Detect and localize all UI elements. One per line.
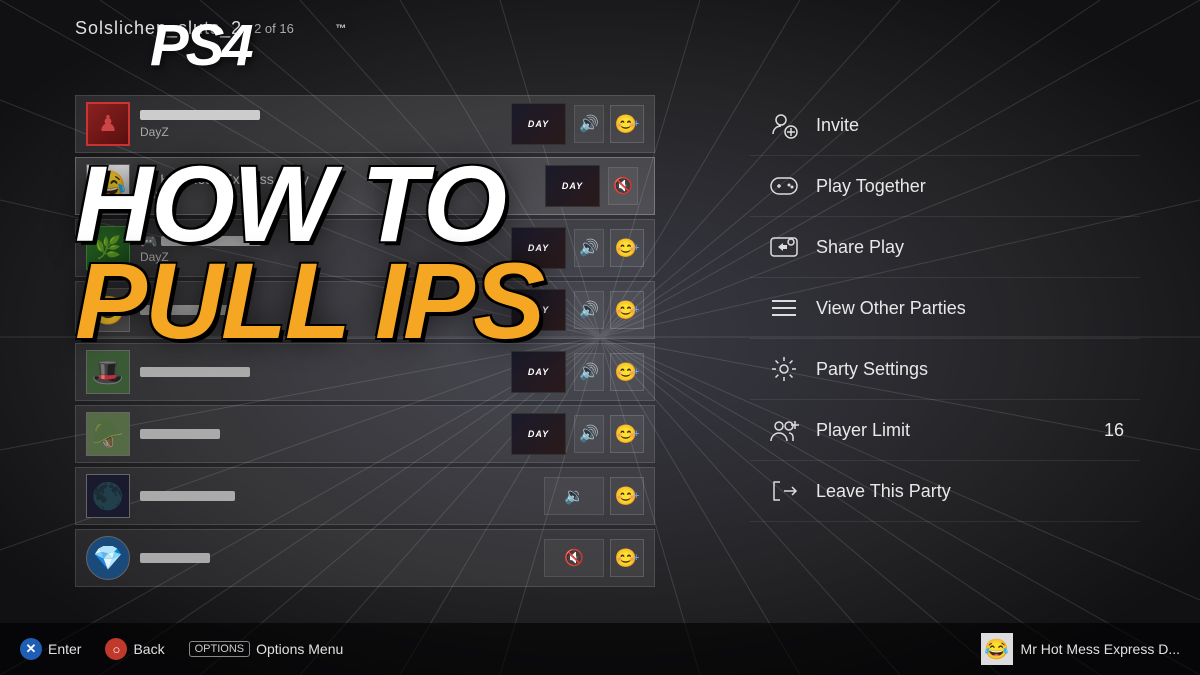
member-row[interactable]: 😂 Mr Hot Mess Express Daily DayZ DAY 🔇 xyxy=(75,157,655,215)
member-name xyxy=(140,305,230,315)
svg-text:™: ™ xyxy=(335,23,345,35)
member-name xyxy=(140,491,235,501)
menu-item-player-limit[interactable]: Player Limit 16 xyxy=(750,400,1140,461)
player-limit-value: 16 xyxy=(1104,420,1124,441)
play-together-label: Play Together xyxy=(816,176,1124,197)
member-row[interactable]: ♟ DayZ DAY 🔊 😊+ xyxy=(75,95,655,153)
game-thumbnail: DAY xyxy=(511,103,566,145)
avatar: 💎 xyxy=(86,536,130,580)
friend-button[interactable]: 😊+ xyxy=(610,477,644,515)
friend-button[interactable]: 😊+ xyxy=(610,229,644,267)
player-limit-label: Player Limit xyxy=(816,420,1104,441)
share-play-label: Share Play xyxy=(816,237,1124,258)
avatar: 🌑 xyxy=(86,474,130,518)
member-info: DayZ xyxy=(140,110,511,139)
leave-party-label: Leave This Party xyxy=(816,481,1124,502)
member-game: DayZ xyxy=(140,187,545,201)
ps4-svg: PS4 ™ xyxy=(140,10,360,75)
member-game: DayZ xyxy=(140,250,511,264)
bottom-bar: ✕ Enter ○ Back OPTIONS Options Menu 😂 Mr… xyxy=(0,623,1200,675)
controller-icon xyxy=(766,168,802,204)
avatar: 🌿 xyxy=(86,226,130,270)
friend-button[interactable]: 😊+ xyxy=(610,415,644,453)
menu-item-share-play[interactable]: Share Play xyxy=(750,217,1140,278)
member-info xyxy=(140,553,544,563)
member-row[interactable]: 🎩 DAY 🔊 😊+ xyxy=(75,343,655,401)
menu-item-invite[interactable]: Invite xyxy=(750,95,1140,156)
member-name: Mr Hot Mess Express Daily xyxy=(140,171,545,187)
friend-button[interactable]: 😊+ xyxy=(610,105,644,143)
member-name xyxy=(140,110,260,120)
options-button[interactable]: OPTIONS Options Menu xyxy=(189,641,344,657)
member-info: 🎮 DayZ xyxy=(140,233,511,264)
audio-icon[interactable]: 🔊 xyxy=(574,105,604,143)
menu-item-party-settings[interactable]: Party Settings xyxy=(750,339,1140,400)
member-info: Mr Hot Mess Express Daily DayZ xyxy=(140,171,545,201)
avatar: ♟ xyxy=(86,102,130,146)
member-info xyxy=(140,491,544,501)
ps4-logo-text: PS4 ™ xyxy=(140,10,360,75)
friend-button[interactable]: 😊+ xyxy=(610,291,644,329)
party-settings-label: Party Settings xyxy=(816,359,1124,380)
audio-icon[interactable]: 🔉 xyxy=(544,477,604,515)
audio-icon[interactable]: 🔊 xyxy=(574,353,604,391)
avatar: 😊 xyxy=(86,288,130,332)
member-name xyxy=(140,367,250,377)
share-play-icon xyxy=(766,229,802,265)
menu-item-play-together[interactable]: Play Together xyxy=(750,156,1140,217)
member-row[interactable]: 💎 🔇 😊+ xyxy=(75,529,655,587)
game-thumbnail: DAY xyxy=(545,165,600,207)
member-row[interactable]: 🪖 DAY 🔊 😊+ xyxy=(75,405,655,463)
enter-button[interactable]: ✕ Enter xyxy=(20,638,81,660)
options-badge: OPTIONS xyxy=(189,641,251,657)
menu-item-leave-party[interactable]: Leave This Party xyxy=(750,461,1140,522)
member-game: DayZ xyxy=(140,125,511,139)
member-info xyxy=(140,367,511,377)
invite-icon xyxy=(766,107,802,143)
audio-icon[interactable]: 🔇 xyxy=(544,539,604,577)
friend-button[interactable]: 😊+ xyxy=(610,353,644,391)
x-button: ✕ xyxy=(20,638,42,660)
list-icon xyxy=(766,290,802,326)
member-info xyxy=(140,429,511,439)
audio-icon[interactable]: 🔊 xyxy=(574,229,604,267)
back-label: Back xyxy=(133,641,164,657)
right-menu-panel: Invite Play Together Share Play xyxy=(750,95,1140,522)
settings-icon xyxy=(766,351,802,387)
friend-button[interactable]: 😊+ xyxy=(610,539,644,577)
back-button[interactable]: ○ Back xyxy=(105,638,164,660)
current-user: 😂 Mr Hot Mess Express D... xyxy=(981,633,1180,665)
party-members-panel: ♟ DayZ DAY 🔊 😊+ 😂 Mr Hot Mess Express Da… xyxy=(75,95,655,615)
players-icon xyxy=(766,412,802,448)
member-row[interactable]: 😊 DAY 🔊 😊+ xyxy=(75,281,655,339)
ps4-logo: PS4 ™ xyxy=(140,10,360,75)
audio-icon[interactable]: 🔊 xyxy=(574,415,604,453)
member-name xyxy=(140,553,210,563)
member-info xyxy=(140,305,511,315)
game-thumbnail: DAY xyxy=(511,289,566,331)
avatar: 🎩 xyxy=(86,350,130,394)
member-name xyxy=(140,429,220,439)
o-button: ○ xyxy=(105,638,127,660)
audio-muted-icon[interactable]: 🔇 xyxy=(608,167,638,205)
member-name xyxy=(161,236,261,246)
game-thumbnail: DAY xyxy=(511,413,566,455)
avatar: 😂 xyxy=(86,164,130,208)
username: Mr Hot Mess Express D... xyxy=(1021,641,1180,657)
view-parties-label: View Other Parties xyxy=(816,298,1124,319)
avatar: 🪖 xyxy=(86,412,130,456)
user-avatar: 😂 xyxy=(981,633,1013,665)
enter-label: Enter xyxy=(48,641,81,657)
member-row[interactable]: 🌿 🎮 DayZ DAY 🔊 😊+ xyxy=(75,219,655,277)
options-menu-label: Options Menu xyxy=(256,641,343,657)
game-thumbnail: DAY xyxy=(511,227,566,269)
leave-icon xyxy=(766,473,802,509)
game-thumbnail: DAY xyxy=(511,351,566,393)
menu-item-view-parties[interactable]: View Other Parties xyxy=(750,278,1140,339)
member-row[interactable]: 🌑 🔉 😊+ xyxy=(75,467,655,525)
svg-text:PS4: PS4 xyxy=(150,13,253,75)
audio-icon[interactable]: 🔊 xyxy=(574,291,604,329)
invite-label: Invite xyxy=(816,115,1124,136)
